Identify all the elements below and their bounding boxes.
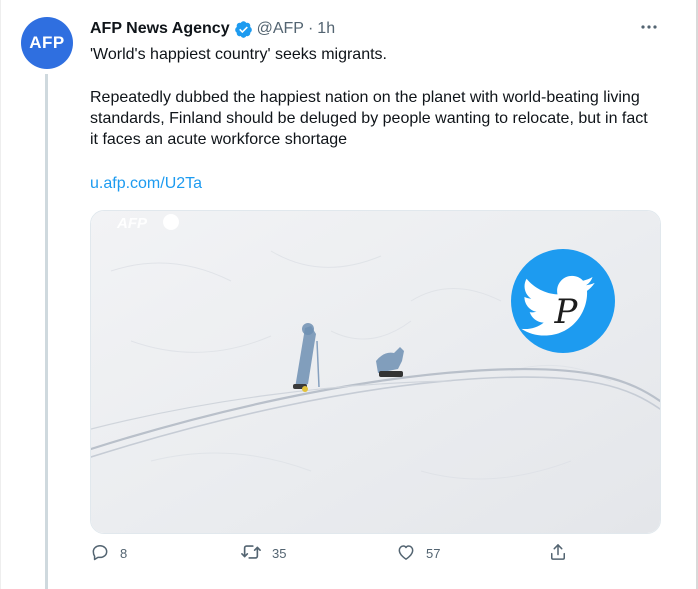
like-icon — [396, 542, 416, 565]
tweet-headline: 'World's happiest country' seeks migrant… — [90, 46, 387, 63]
retweet-count: 35 — [272, 546, 287, 561]
reply-icon — [90, 542, 110, 565]
card-border-left — [0, 0, 1, 589]
timestamp[interactable]: 1h — [317, 20, 335, 38]
separator-dot: · — [307, 20, 314, 37]
reply-count: 8 — [120, 546, 128, 561]
svg-text:P: P — [554, 292, 579, 332]
tweet-card: AFP AFP News Agency @AFP · 1h 'World's h… — [0, 0, 698, 589]
tweet-header: AFP News Agency @AFP · 1h — [90, 17, 335, 41]
twitter-bird-icon: P — [511, 249, 615, 353]
tweet-text: 'World's happiest country' seeks migrant… — [90, 44, 655, 150]
more-icon[interactable] — [638, 19, 660, 35]
thread-line — [45, 74, 48, 589]
share-icon — [548, 542, 568, 565]
author-name[interactable]: AFP News Agency — [90, 20, 230, 38]
avatar[interactable]: AFP — [21, 17, 73, 69]
like-count: 57 — [426, 546, 441, 561]
tweet-media-image[interactable]: AFP P — [90, 210, 661, 534]
tweet-body: Repeatedly dubbed the happiest nation on… — [90, 89, 648, 148]
retweet-icon — [240, 542, 262, 565]
retweet-button[interactable]: 35 — [240, 542, 286, 565]
share-button[interactable] — [548, 542, 568, 565]
tweet-actions: 8 35 57 — [90, 542, 580, 568]
like-button[interactable]: 57 — [396, 542, 440, 565]
author-handle[interactable]: @AFP — [257, 20, 304, 38]
tweet-link[interactable]: u.afp.com/U2Ta — [90, 175, 202, 193]
verified-badge-icon — [234, 20, 253, 39]
reply-button[interactable]: 8 — [90, 542, 127, 565]
svg-text:AFP: AFP — [116, 215, 148, 232]
